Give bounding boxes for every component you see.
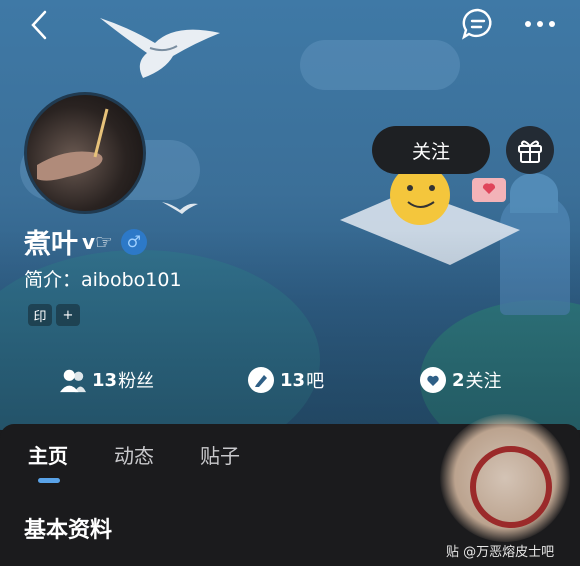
- ellipsis-icon: [525, 21, 555, 27]
- stat-bar[interactable]: 13 吧: [248, 367, 324, 393]
- watermark-seal-ring: [470, 446, 552, 528]
- gift-button[interactable]: [506, 126, 554, 174]
- avatar-photo: [37, 108, 109, 181]
- section-title-basic-info: 基本资料: [24, 518, 113, 543]
- tab-activity[interactable]: 动态: [114, 440, 154, 469]
- avatar[interactable]: [24, 92, 146, 214]
- profile-tags: 印 +: [28, 304, 80, 326]
- stat-following-label: 关注: [465, 371, 502, 392]
- small-gull-illustration: [162, 202, 198, 214]
- seagull-illustration: [100, 18, 220, 78]
- male-icon: ♂: [126, 232, 142, 251]
- stat-bar-value: 13: [280, 369, 306, 391]
- chat-bubble-icon: [462, 8, 492, 40]
- add-tag-button[interactable]: +: [56, 304, 80, 326]
- tab-home[interactable]: 主页: [28, 440, 68, 469]
- back-button[interactable]: [22, 8, 56, 42]
- heart-icon: [420, 367, 446, 393]
- stat-following[interactable]: 2 关注: [420, 367, 502, 393]
- watermark-text: 贴 @万恶熔皮士吧: [446, 545, 555, 560]
- tag-badge[interactable]: 印: [28, 304, 52, 326]
- gender-badge: ♂: [120, 228, 147, 255]
- profile-bio: 简介：aibobo101: [24, 269, 182, 291]
- gift-icon: [518, 140, 542, 163]
- cloud-decoration: [300, 40, 460, 90]
- username: 煮叶: [24, 229, 78, 260]
- profile-name-row: 煮叶 v☞ ♂: [24, 222, 147, 261]
- active-tab-indicator: [38, 478, 60, 483]
- stat-following-value: 2: [452, 369, 465, 391]
- message-button[interactable]: [458, 4, 498, 44]
- stat-bar-label: 吧: [306, 371, 325, 392]
- profile-stats: 13 粉丝 13 吧 2 关注: [0, 365, 580, 405]
- more-options-button[interactable]: [520, 4, 560, 44]
- username-suffix: v☞: [82, 229, 113, 254]
- follow-button[interactable]: 关注: [372, 126, 490, 174]
- chevron-left-icon: [31, 10, 47, 40]
- stat-fans-label: 粉丝: [118, 371, 155, 392]
- fans-icon: [60, 367, 86, 393]
- stat-fans-value: 13: [92, 369, 118, 391]
- tab-posts[interactable]: 贴子: [200, 440, 240, 469]
- stat-fans[interactable]: 13 粉丝: [60, 367, 154, 393]
- bar-icon: [248, 367, 274, 393]
